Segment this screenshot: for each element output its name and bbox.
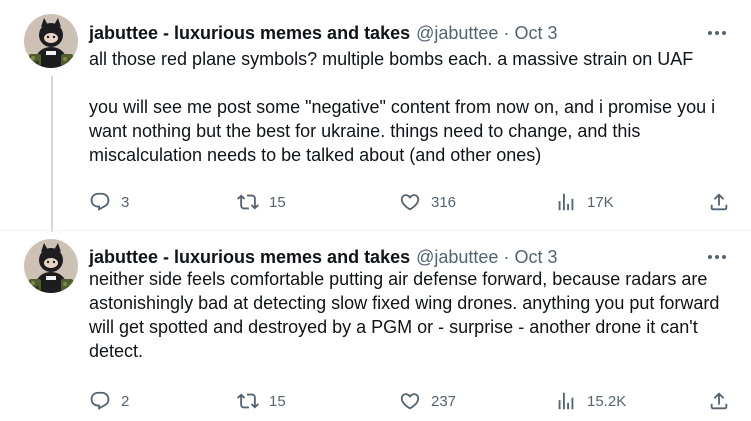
avatar[interactable] [24,239,78,293]
share-icon [708,191,730,213]
display-name[interactable]: jabuttee - luxurious memes and takes [89,23,410,44]
tweet-actions: 2 15 237 15.2K [89,389,739,413]
avatar[interactable] [24,14,78,68]
share-button[interactable] [708,190,730,214]
more-icon[interactable] [705,21,729,45]
views-icon [555,390,577,412]
tweet-header: jabuttee - luxurious memes and takes @ja… [89,20,557,46]
more-icon[interactable] [705,245,729,269]
like-icon [399,191,421,213]
tweet-paragraph: you will see me post some "negative" con… [89,97,716,165]
separator-dot: · [503,22,510,43]
like-count: 316 [431,193,457,211]
reply-icon [89,390,111,412]
user-handle[interactable]: @jabuttee [416,23,498,44]
tweet-date[interactable]: Oct 3 [514,23,557,44]
reply-button[interactable]: 3 [89,190,129,214]
tweet-date[interactable]: Oct 3 [514,247,557,268]
tweet-paragraph: all those red plane symbols? multiple bo… [89,49,694,69]
tweet-paragraph: neither side feels comfortable putting a… [89,269,720,361]
views-count: 17K [587,193,614,211]
repost-count: 15 [269,193,286,211]
tweet[interactable]: jabuttee - luxurious memes and takes @ja… [0,230,751,421]
tweet-text: all those red plane symbols? multiple bo… [89,47,739,167]
like-button[interactable]: 237 [399,389,456,413]
share-button[interactable] [708,389,730,413]
like-count: 237 [431,392,457,410]
reply-button[interactable]: 2 [89,389,129,413]
views-icon [555,191,577,213]
views-count: 15.2K [587,392,627,410]
display-name[interactable]: jabuttee - luxurious memes and takes [89,247,410,268]
separator-dot: · [503,246,510,267]
reply-icon [89,191,111,213]
repost-button[interactable]: 15 [237,190,286,214]
tweet-text: neither side feels comfortable putting a… [89,267,739,363]
reply-count: 2 [121,392,130,410]
share-icon [708,390,730,412]
user-handle[interactable]: @jabuttee [416,247,498,268]
tweet-actions: 3 15 316 17K [89,190,739,214]
repost-button[interactable]: 15 [237,389,286,413]
reply-count: 3 [121,193,130,211]
repost-icon [237,191,259,213]
repost-count: 15 [269,392,286,410]
repost-icon [237,390,259,412]
views-button[interactable]: 15.2K [555,389,626,413]
like-icon [399,390,421,412]
views-button[interactable]: 17K [555,190,614,214]
tweet[interactable]: jabuttee - luxurious memes and takes @ja… [0,0,751,230]
like-button[interactable]: 316 [399,190,456,214]
